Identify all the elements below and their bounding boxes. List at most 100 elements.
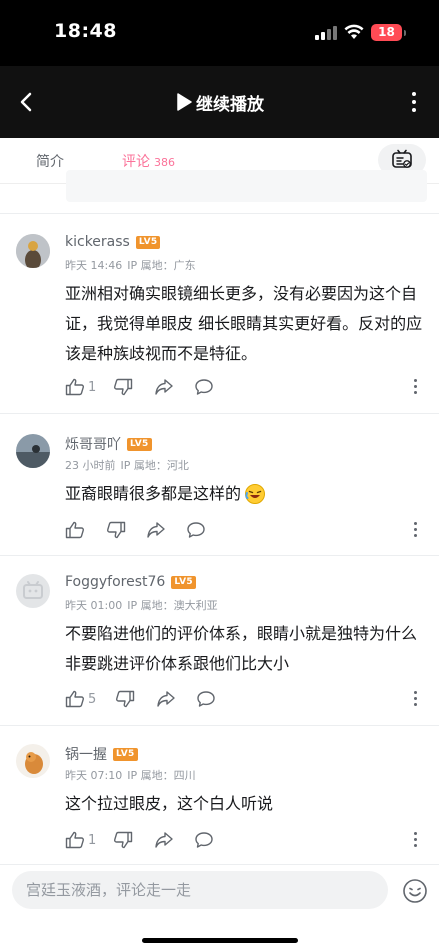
comment-item: 烁哥哥吖 LV5 23 小时前 IP 属地：河北 亚裔眼睛很多都是这样的 [0,413,439,555]
comment-actions: 5 [65,689,425,709]
level-badge: LV5 [127,437,152,451]
level-badge: LV5 [171,575,196,589]
comment-text: 亚裔眼睛很多都是这样的 [65,484,242,503]
more-options-icon[interactable] [408,90,420,114]
dislike-button[interactable] [113,377,133,397]
back-arrow-icon[interactable] [14,88,42,116]
tab-comments-label: 评论 [122,154,150,170]
comment-input[interactable] [12,871,388,909]
cellular-signal-icon [315,26,337,40]
share-button[interactable] [156,689,176,709]
comment-count: 386 [154,156,175,169]
comment-bubble-icon [187,522,205,538]
tab-intro[interactable]: 简介 [36,151,64,171]
comment-time: 昨天 01:00 [65,599,123,612]
reply-button[interactable] [194,377,214,397]
share-button[interactable] [146,520,166,540]
comment-more-icon[interactable] [412,521,418,539]
comment-username-row: Foggyforest76 LV5 [65,574,196,590]
like-button[interactable] [65,520,85,540]
thumb-down-icon [116,690,135,708]
thumb-up-icon [65,831,84,849]
dislike-button[interactable] [113,830,133,850]
laughing-crying-emoji-icon [245,484,266,504]
avatar[interactable] [16,234,50,268]
home-indicator[interactable] [142,938,298,943]
avatar[interactable] [16,744,50,778]
share-icon [155,832,173,848]
comment-actions [65,520,425,540]
username[interactable]: 烁哥哥吖 [65,434,121,454]
comment-item: Foggyforest76 LV5 昨天 01:00 IP 属地：澳大利亚 不要陷… [0,555,439,725]
danmaku-icon [392,149,412,168]
comment-text: 这个拉过眼皮，这个白人听说 [65,794,274,813]
comment-meta: 23 小时前 IP 属地：河北 [65,457,194,473]
comment-item: kickerass LV5 昨天 14:46 IP 属地：广东 亚洲相对确实眼镜细… [0,213,439,413]
comment-actions: 1 [65,377,425,397]
emoji-icon[interactable] [402,878,428,904]
status-bar: 18:48 18 [0,0,439,66]
comment-more-icon[interactable] [412,690,418,708]
dislike-button[interactable] [106,520,126,540]
comment-meta: 昨天 07:10 IP 属地：四川 [65,767,201,783]
thumb-down-icon [114,831,133,849]
tab-comments[interactable]: 评论 386 [122,151,175,171]
status-time: 18:48 [54,20,117,42]
comment-text-row: 亚裔眼睛很多都是这样的 [65,479,425,509]
comment-meta: 昨天 14:46 IP 属地：广东 [65,257,201,273]
avatar[interactable] [16,434,50,468]
share-icon [147,522,165,538]
share-icon [157,691,175,707]
username[interactable]: kickerass [65,234,130,250]
comment-meta: 昨天 01:00 IP 属地：澳大利亚 [65,597,223,613]
like-count: 5 [88,691,97,707]
continue-play-button[interactable]: 继续播放 [176,91,264,115]
like-button[interactable]: 1 [65,377,96,397]
comment-time: 昨天 14:46 [65,259,123,272]
reply-button[interactable] [196,689,216,709]
avatar[interactable] [16,574,50,608]
share-icon [155,379,173,395]
level-badge: LV5 [135,235,161,249]
username[interactable]: Foggyforest76 [65,574,165,590]
comment-bubble-icon [195,379,213,395]
like-button[interactable]: 1 [65,830,96,850]
battery-cap [404,30,406,36]
like-count: 1 [88,379,97,395]
ip-location: IP 属地：广东 [127,259,196,272]
comment-actions: 1 [65,830,425,850]
play-icon [177,93,192,111]
comment-username-row: 锅一握 LV5 [65,744,138,764]
thumb-up-icon [65,690,84,708]
comment-time: 23 小时前 [65,459,116,472]
ip-location: IP 属地：四川 [127,769,196,782]
like-button[interactable]: 5 [65,689,96,709]
level-badge: LV5 [113,747,138,761]
avatar-image [16,744,50,778]
ip-location: IP 属地：河北 [120,459,189,472]
ip-location: IP 属地：澳大利亚 [127,599,218,612]
comment-bubble-icon [195,832,213,848]
reply-button[interactable] [194,830,214,850]
thumb-down-icon [114,378,133,396]
default-avatar-icon [16,574,50,608]
comment-username-row: kickerass LV5 [65,234,161,250]
dislike-button[interactable] [115,689,135,709]
username[interactable]: 锅一握 [65,744,107,764]
avatar-image [16,234,50,268]
comment-more-icon[interactable] [412,378,418,396]
avatar-image [16,434,50,468]
comment-text: 不要陷进他们的评价体系，眼睛小就是独特为什么非要跳进评价体系跟他们比大小 [65,624,418,673]
continue-play-label: 继续播放 [196,94,264,115]
like-count: 1 [88,832,97,848]
comment-more-icon[interactable] [412,831,418,849]
comment-time: 昨天 07:10 [65,769,123,782]
video-nav-bar: 继续播放 [0,66,439,138]
share-button[interactable] [154,830,174,850]
thumb-down-icon [107,521,126,539]
thumb-up-icon [65,378,84,396]
reply-button[interactable] [186,520,206,540]
previous-comment-reply-card [66,170,427,202]
comment-username-row: 烁哥哥吖 LV5 [65,434,152,454]
share-button[interactable] [154,377,174,397]
